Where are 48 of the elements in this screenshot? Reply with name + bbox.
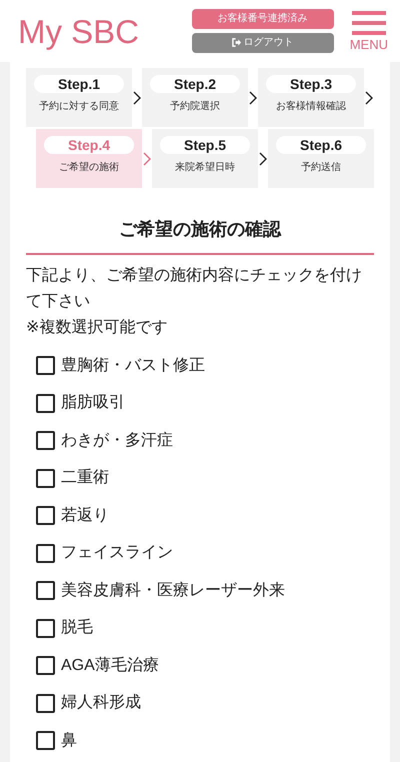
treatment-label: わきが・多汗症 bbox=[61, 430, 173, 451]
treatment-label: 脱毛 bbox=[61, 618, 93, 638]
checkbox[interactable] bbox=[36, 506, 55, 526]
step-label: 予約院選択 bbox=[170, 100, 220, 114]
chevron-icon bbox=[142, 152, 152, 166]
chevron-icon bbox=[258, 152, 268, 166]
step-number: Step.3 bbox=[266, 75, 356, 93]
checkbox[interactable] bbox=[36, 656, 55, 676]
checkbox[interactable] bbox=[36, 544, 55, 563]
checkbox[interactable] bbox=[36, 468, 55, 488]
checkbox[interactable] bbox=[36, 356, 55, 376]
treatment-label: 婦人科形成 bbox=[61, 692, 141, 714]
menu-button[interactable]: MENU bbox=[350, 11, 388, 51]
step-label: お客様情報確認 bbox=[276, 100, 346, 114]
step-label: 予約送信 bbox=[301, 161, 341, 175]
chevron-icon bbox=[364, 90, 374, 104]
step-number: Step.1 bbox=[34, 75, 124, 93]
checkbox[interactable] bbox=[36, 618, 55, 638]
section-heading: ご希望の施術の確認 bbox=[26, 190, 374, 255]
checkbox[interactable] bbox=[36, 581, 55, 600]
checkbox[interactable] bbox=[36, 394, 55, 413]
logout-button[interactable]: ログアウト bbox=[192, 33, 334, 53]
step-number: Step.4 bbox=[44, 136, 134, 154]
checkbox[interactable] bbox=[36, 694, 55, 713]
treatment-label: 鼻 bbox=[61, 730, 77, 751]
chevron-icon bbox=[132, 90, 142, 104]
treatment-label: 脂肪吸引 bbox=[61, 392, 125, 414]
note-text: ※複数選択可能です bbox=[26, 318, 168, 338]
checkbox[interactable] bbox=[36, 731, 55, 750]
treatment-label: フェイスライン bbox=[61, 543, 173, 564]
linked-button[interactable]: お客様番号連携済み bbox=[192, 9, 334, 29]
treatment-label: 豊胸術・バスト修正 bbox=[61, 356, 205, 376]
checkbox[interactable] bbox=[36, 431, 55, 450]
step-number: Step.6 bbox=[276, 136, 366, 154]
chevron-icon bbox=[248, 90, 258, 104]
treatment-label: 二重術 bbox=[61, 468, 109, 488]
menu-icon bbox=[352, 11, 386, 35]
instruction-text: 下記より、ご希望の施術内容にチェックを付けて下さい bbox=[26, 266, 363, 312]
treatment-label: 美容皮膚科・医療レーザー外来 bbox=[61, 580, 285, 601]
step-number: Step.2 bbox=[150, 75, 240, 93]
step-label: 来院希望日時 bbox=[175, 160, 235, 175]
step-label: ご希望の施術 bbox=[59, 160, 119, 175]
treatment-label: AGA薄毛治療 bbox=[61, 656, 159, 676]
logout-icon bbox=[232, 38, 241, 47]
step-number: Step.5 bbox=[160, 136, 250, 154]
step-label: 予約に対する同意 bbox=[39, 100, 119, 114]
treatment-label: 若返り bbox=[61, 506, 109, 526]
logo[interactable]: My SBC bbox=[18, 14, 140, 48]
